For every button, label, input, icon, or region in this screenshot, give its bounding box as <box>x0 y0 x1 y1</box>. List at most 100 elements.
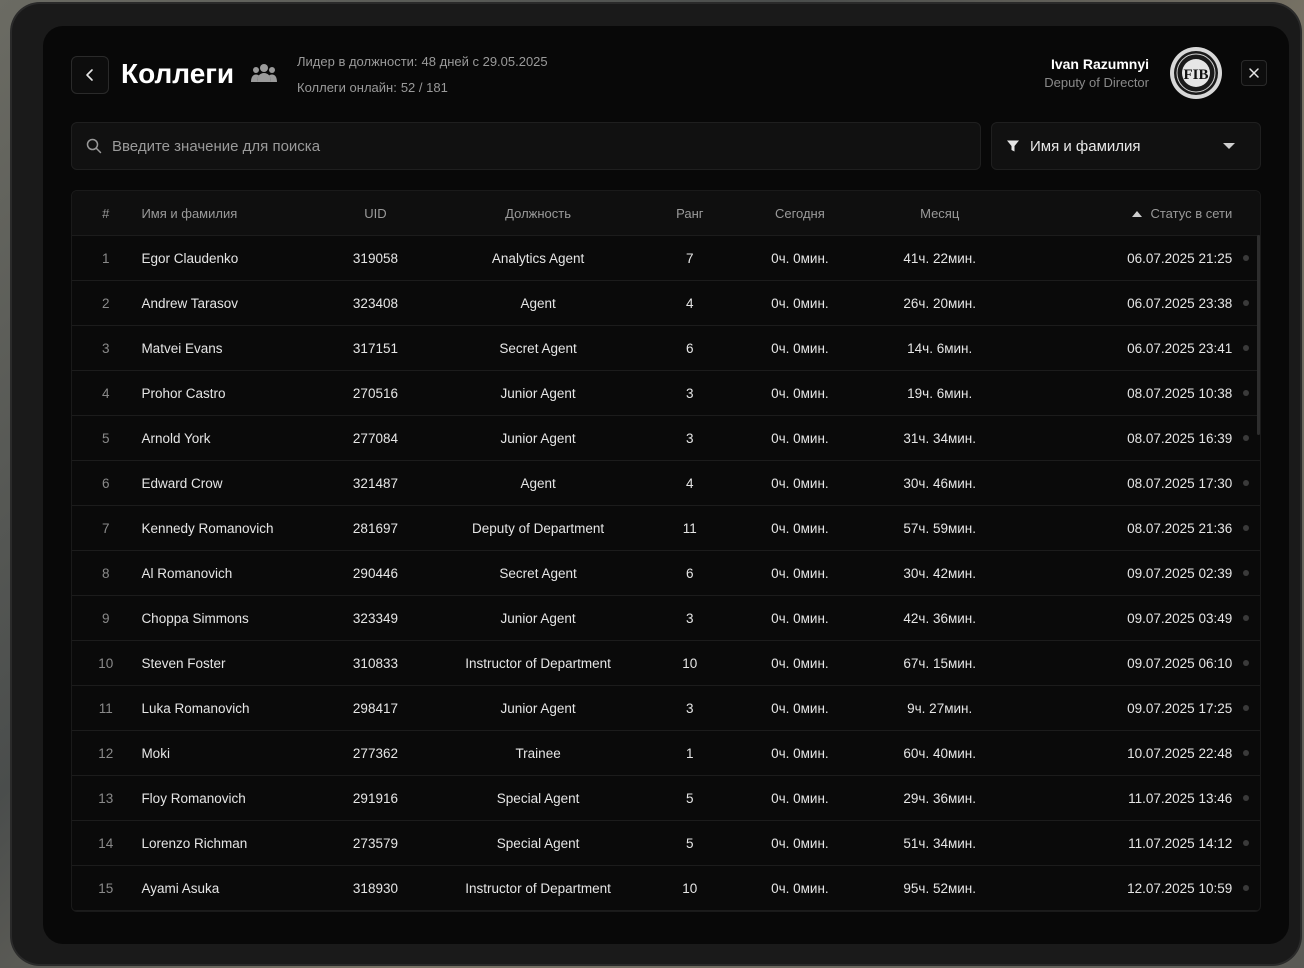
row-month: 29ч. 36мин. <box>903 790 976 806</box>
status-dot-wrap <box>1232 840 1260 846</box>
filter-dropdown[interactable]: Имя и фамилия <box>991 122 1261 170</box>
row-num: 7 <box>101 520 110 536</box>
row-uid: 270516 <box>352 385 398 401</box>
row-rank: 3 <box>686 700 694 716</box>
row-uid: 310833 <box>352 655 398 671</box>
row-status: 09.07.2025 06:10 <box>1127 655 1233 671</box>
row-month: 30ч. 42мин. <box>903 565 976 581</box>
row-today: 0ч. 0мин. <box>771 475 829 491</box>
row-status: 11.07.2025 13:46 <box>1128 790 1233 806</box>
row-position: Instructor of Department <box>465 655 611 671</box>
chevron-down-icon <box>1222 142 1236 150</box>
table-row[interactable]: 9 Choppa Simmons 323349 Junior Agent 3 0ч. 0м… <box>72 596 1260 641</box>
row-position: Secret Agent <box>499 340 577 356</box>
row-rank: 10 <box>682 880 698 896</box>
sort-asc-icon <box>1132 211 1143 218</box>
table-row[interactable]: 8 Al Romanovich 290446 Secret Agent 6 0ч. 0ми… <box>72 551 1260 596</box>
row-uid: 323349 <box>352 610 398 626</box>
row-name: Matvei Evans <box>141 340 223 356</box>
status-dot-wrap <box>1232 480 1260 486</box>
table-row[interactable]: 2 Andrew Tarasov 323408 Agent 4 0ч. 0мин. 26ч.… <box>72 281 1260 326</box>
status-dot-wrap <box>1232 255 1260 261</box>
row-name: Al Romanovich <box>141 565 233 581</box>
table-row[interactable]: 3 Matvei Evans 317151 Secret Agent 6 0ч. 0мин… <box>72 326 1260 371</box>
row-position: Junior Agent <box>500 700 576 716</box>
row-num: 9 <box>101 610 110 626</box>
row-uid: 317151 <box>352 340 398 356</box>
row-uid: 290446 <box>352 565 398 581</box>
row-today: 0ч. 0мин. <box>771 700 829 716</box>
col-today[interactable]: Сегодня <box>715 206 886 221</box>
search-box[interactable] <box>71 122 981 170</box>
row-position: Special Agent <box>496 835 580 851</box>
col-uid[interactable]: UID <box>340 206 411 221</box>
row-today: 0ч. 0мин. <box>771 880 829 896</box>
row-num: 3 <box>101 340 110 356</box>
row-status: 11.07.2025 14:12 <box>1128 835 1233 851</box>
offline-status-icon <box>1243 885 1250 891</box>
table-row[interactable]: 14 Lorenzo Richman 273579 Special Agent 5 0ч.… <box>72 821 1260 866</box>
offline-status-icon <box>1243 390 1250 396</box>
status-dot-wrap <box>1232 390 1260 396</box>
table-row[interactable]: 6 Edward Crow 321487 Agent 4 0ч. 0мин. 30ч. 46… <box>72 461 1260 506</box>
table-row[interactable]: 11 Luka Romanovich 298417 Junior Agent 3 0ч. … <box>72 686 1260 731</box>
row-num: 4 <box>101 385 110 401</box>
col-name[interactable]: Имя и фамилия <box>139 206 339 221</box>
col-month[interactable]: Месяц <box>885 206 994 221</box>
table-row[interactable]: 5 Arnold York 277084 Junior Agent 3 0ч. 0мин.… <box>72 416 1260 461</box>
row-uid: 323408 <box>352 295 398 311</box>
row-name: Luka Romanovich <box>141 700 250 716</box>
row-month: 60ч. 40мин. <box>903 745 976 761</box>
table-scrollbar[interactable] <box>1257 235 1260 435</box>
row-rank: 3 <box>686 385 694 401</box>
row-num: 13 <box>98 790 114 806</box>
row-name: Egor Claudenko <box>141 250 239 266</box>
row-uid: 291916 <box>352 790 398 806</box>
row-month: 26ч. 20мин. <box>903 295 976 311</box>
col-rank[interactable]: Ранг <box>665 206 715 221</box>
close-icon <box>1249 68 1259 78</box>
row-month: 30ч. 46мин. <box>903 475 976 491</box>
table-row[interactable]: 15 Ayami Asuka 318930 Instructor of Departm… <box>72 866 1260 911</box>
offline-status-icon <box>1243 840 1250 846</box>
status-dot-wrap <box>1232 345 1260 351</box>
online-info: Коллеги онлайн: 52 / 181 <box>297 78 548 104</box>
row-status: 06.07.2025 23:38 <box>1127 295 1233 311</box>
user-name: Ivan Razumnyi <box>1050 56 1149 72</box>
offline-status-icon <box>1243 255 1250 261</box>
table-row[interactable]: 10 Steven Foster 310833 Instructor of Depar… <box>72 641 1260 686</box>
row-status: 09.07.2025 02:39 <box>1127 565 1233 581</box>
table-row[interactable]: 7 Kennedy Romanovich 281697 Deputy of Depar… <box>72 506 1260 551</box>
table-row[interactable]: 1 Egor Claudenko 319058 Analytics Agent 7 0ч.… <box>72 236 1260 281</box>
row-uid: 319058 <box>352 250 398 266</box>
row-today: 0ч. 0мин. <box>771 520 829 536</box>
row-position: Agent <box>520 475 556 491</box>
row-num: 1 <box>101 250 110 266</box>
online-value: 52 / 181 <box>400 80 448 95</box>
search-input[interactable] <box>110 136 914 156</box>
row-rank: 11 <box>682 520 697 536</box>
row-rank: 3 <box>686 610 694 626</box>
row-status: 09.07.2025 03:49 <box>1127 610 1233 626</box>
table-row[interactable]: 12 Moki 277362 Trainee 1 0ч. 0мин. 60ч. 40мин.… <box>72 731 1260 776</box>
offline-status-icon <box>1243 795 1250 801</box>
table-body: 1 Egor Claudenko 319058 Analytics Agent 7 0ч.… <box>72 236 1260 911</box>
col-position[interactable]: Должность <box>411 206 665 221</box>
col-status[interactable]: Статус в сети <box>994 206 1232 221</box>
close-button[interactable] <box>1241 60 1267 86</box>
row-num: 15 <box>98 880 114 896</box>
row-num: 14 <box>98 835 114 851</box>
row-rank: 5 <box>686 835 694 851</box>
back-button[interactable] <box>71 56 109 94</box>
row-num: 6 <box>101 475 110 491</box>
row-uid: 281697 <box>352 520 398 536</box>
search-icon <box>86 138 102 154</box>
table-row[interactable]: 13 Floy Romanovich 291916 Special Agent 5 0ч.… <box>72 776 1260 821</box>
row-name: Ayami Asuka <box>141 880 220 896</box>
row-month: 95ч. 52мин. <box>903 880 976 896</box>
offline-status-icon <box>1243 750 1250 756</box>
row-position: Analytics Agent <box>491 250 585 266</box>
row-status: 08.07.2025 10:38 <box>1127 385 1233 401</box>
col-num[interactable]: # <box>72 206 139 221</box>
table-row[interactable]: 4 Prohor Castro 270516 Junior Agent 3 0ч. 0ми… <box>72 371 1260 416</box>
